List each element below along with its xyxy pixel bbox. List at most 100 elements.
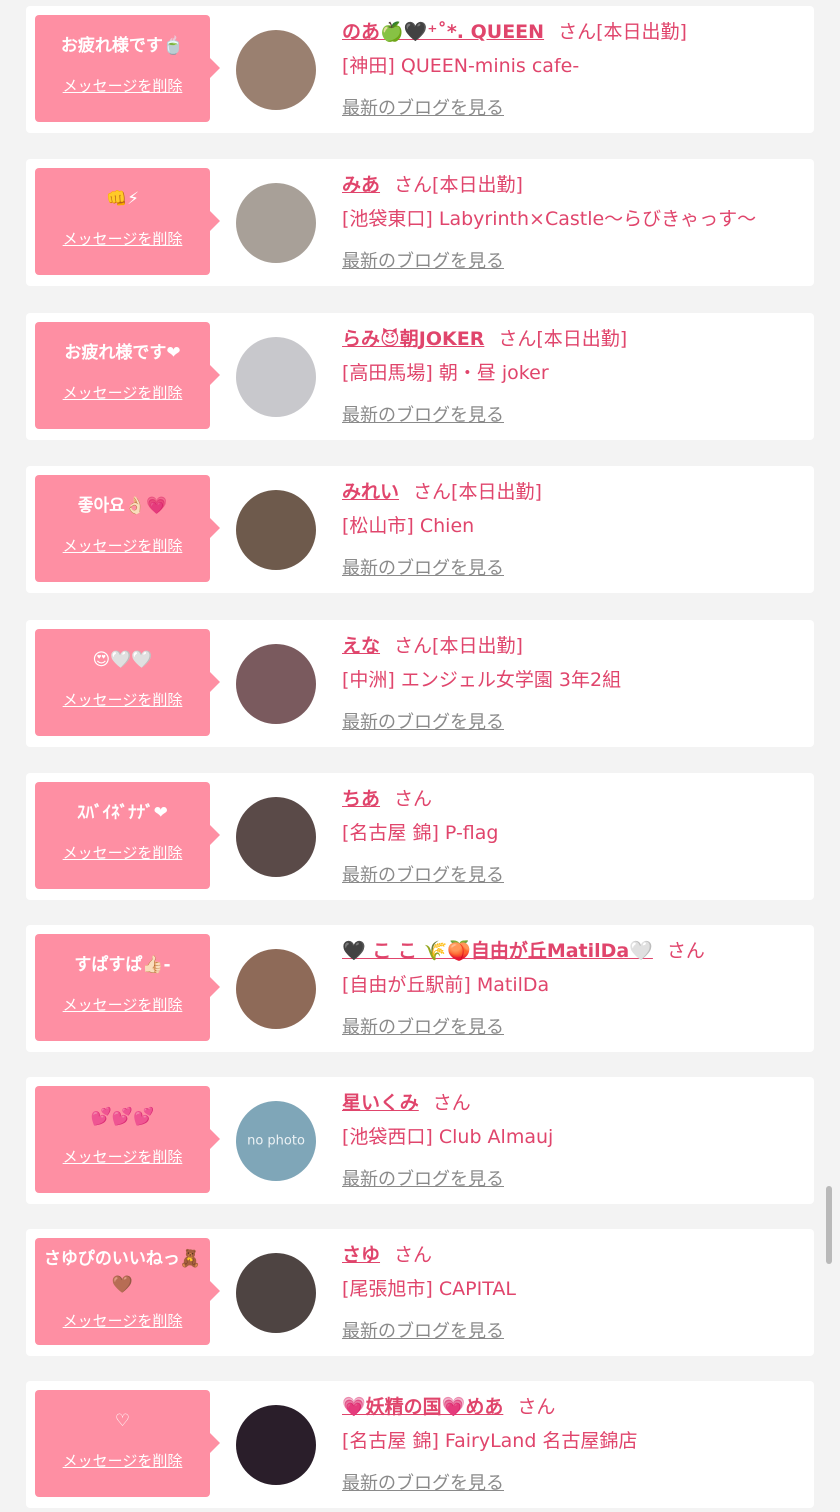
sender-name-link[interactable]: 星いくみ: [342, 1092, 419, 1114]
sender-name-link[interactable]: らみ😈朝JOKER: [342, 328, 484, 350]
latest-blog-link[interactable]: 最新のブログを見る: [342, 1165, 504, 1191]
sender-name-link[interactable]: みあ: [342, 174, 380, 196]
latest-blog-link[interactable]: 最新のブログを見る: [342, 1317, 504, 1343]
latest-blog-link[interactable]: 最新のブログを見る: [342, 1013, 504, 1039]
sender-name-link[interactable]: えな: [342, 635, 380, 657]
sender-info: ちあ さん [名古屋 錦] P-flag 最新のブログを見る: [342, 785, 802, 887]
message-text: お疲れ様です❤: [64, 343, 181, 363]
delete-message-link[interactable]: メッセージを削除: [35, 535, 210, 556]
avatar[interactable]: [236, 490, 316, 570]
message-bubble: 💕💕💕 メッセージを削除: [35, 1086, 220, 1193]
no-photo-placeholder: no photo: [247, 1133, 305, 1149]
shop-name: [自由が丘駅前] MatilDa: [342, 974, 550, 996]
name-line: えな さん[本日出勤]: [342, 632, 802, 660]
shop-name: [尾張旭市] CAPITAL: [342, 1278, 516, 1300]
latest-blog-link[interactable]: 最新のブログを見る: [342, 1469, 504, 1495]
message-bubble: 😍🤍🤍 メッセージを削除: [35, 629, 220, 736]
status-text: [本日出勤]: [596, 21, 687, 43]
message-card: お疲れ様です❤ メッセージを削除 らみ😈朝JOKER さん[本日出勤] [高田馬場…: [26, 313, 814, 440]
message-text: 😍🤍🤍: [92, 650, 153, 670]
sender-info: さゆ さん [尾張旭市] CAPITAL 最新のブログを見る: [342, 1241, 802, 1343]
name-line: 💗妖精の国💗めあ さん: [342, 1393, 802, 1421]
delete-message-link[interactable]: メッセージを削除: [35, 689, 210, 710]
message-card: さゆぴのいいねっ🧸🤎 メッセージを削除 さゆ さん [尾張旭市] CAPITAL …: [26, 1229, 814, 1356]
name-line: 🖤 こ こ 🌾🍑自由が丘MatilDa🤍 さん: [342, 937, 802, 965]
sender-name-link[interactable]: さゆ: [342, 1244, 380, 1266]
status-text: [本日出勤]: [451, 481, 542, 503]
name-line: ちあ さん: [342, 785, 802, 813]
sender-name-link[interactable]: 🖤 こ こ 🌾🍑自由が丘MatilDa🤍: [342, 940, 653, 962]
shop-name: [神田] QUEEN-minis cafe-: [342, 55, 580, 77]
message-bubble: ♡ メッセージを削除: [35, 1390, 220, 1497]
message-bubble: 👊⚡ メッセージを削除: [35, 168, 220, 275]
message-card: ｽﾊﾞｲﾈﾞﾅﾅﾞ❤ メッセージを削除 ちあ さん [名古屋 錦] P-flag …: [26, 773, 814, 900]
sender-info: みれい さん[本日出勤] [松山市] Chien 最新のブログを見る: [342, 478, 802, 580]
message-card: すぱすぱ👍🏻- メッセージを削除 🖤 こ こ 🌾🍑自由が丘MatilDa🤍 さん …: [26, 925, 814, 1052]
honorific: さん: [394, 635, 433, 657]
honorific: さん: [498, 328, 537, 350]
message-card: ♡ メッセージを削除 💗妖精の国💗めあ さん [名古屋 錦] FairyLand …: [26, 1381, 814, 1508]
sender-info: らみ😈朝JOKER さん[本日出勤] [高田馬場] 朝・昼 joker 最新のブロ…: [342, 325, 802, 427]
scrollbar-thumb[interactable]: [826, 1186, 832, 1264]
shop-name: [松山市] Chien: [342, 515, 475, 537]
sender-info: みあ さん[本日出勤] [池袋東口] Labyrinth×Castle〜らびきゃっ…: [342, 171, 802, 273]
message-card: 좋아요👌🏻💗 メッセージを削除 みれい さん[本日出勤] [松山市] Chien …: [26, 466, 814, 593]
name-line: みあ さん[本日出勤]: [342, 171, 802, 199]
message-text: 👊⚡: [105, 189, 140, 209]
avatar[interactable]: [236, 797, 316, 877]
honorific: さん: [394, 1244, 433, 1266]
message-card: 💕💕💕 メッセージを削除 no photo 星いくみ さん [池袋西口] Club…: [26, 1077, 814, 1204]
message-bubble: お疲れ様です❤ メッセージを削除: [35, 322, 220, 429]
shop-name: [名古屋 錦] FairyLand 名古屋錦店: [342, 1430, 638, 1452]
name-line: のあ🍏🖤⁺˚*. QUEEN さん[本日出勤]: [342, 18, 802, 46]
avatar[interactable]: [236, 337, 316, 417]
delete-message-link[interactable]: メッセージを削除: [35, 1450, 210, 1471]
honorific: さん: [413, 481, 452, 503]
honorific: さん: [432, 1092, 471, 1114]
avatar[interactable]: [236, 644, 316, 724]
message-bubble: すぱすぱ👍🏻- メッセージを削除: [35, 934, 220, 1041]
message-bubble: 좋아요👌🏻💗 メッセージを削除: [35, 475, 220, 582]
delete-message-link[interactable]: メッセージを削除: [35, 382, 210, 403]
message-bubble: お疲れ様です🍵 メッセージを削除: [35, 15, 220, 122]
message-list: お疲れ様です🍵 メッセージを削除 のあ🍏🖤⁺˚*. QUEEN さん[本日出勤] …: [0, 0, 840, 1512]
honorific: さん: [394, 174, 433, 196]
delete-message-link[interactable]: メッセージを削除: [35, 842, 210, 863]
latest-blog-link[interactable]: 最新のブログを見る: [342, 247, 504, 273]
status-text: [本日出勤]: [432, 635, 523, 657]
delete-message-link[interactable]: メッセージを削除: [35, 228, 210, 249]
latest-blog-link[interactable]: 最新のブログを見る: [342, 94, 504, 120]
sender-info: のあ🍏🖤⁺˚*. QUEEN さん[本日出勤] [神田] QUEEN-minis …: [342, 18, 802, 120]
shop-name: [名古屋 錦] P-flag: [342, 822, 499, 844]
message-bubble: さゆぴのいいねっ🧸🤎 メッセージを削除: [35, 1238, 220, 1345]
sender-info: 💗妖精の国💗めあ さん [名古屋 錦] FairyLand 名古屋錦店 最新のブロ…: [342, 1393, 802, 1495]
latest-blog-link[interactable]: 最新のブログを見る: [342, 401, 504, 427]
sender-name-link[interactable]: みれい: [342, 481, 399, 503]
message-text: ♡: [114, 1411, 131, 1431]
name-line: みれい さん[本日出勤]: [342, 478, 802, 506]
sender-name-link[interactable]: のあ🍏🖤⁺˚*. QUEEN: [342, 21, 544, 43]
latest-blog-link[interactable]: 最新のブログを見る: [342, 554, 504, 580]
honorific: さん: [558, 21, 597, 43]
sender-info: 🖤 こ こ 🌾🍑自由が丘MatilDa🤍 さん [自由が丘駅前] MatilDa …: [342, 937, 802, 1039]
delete-message-link[interactable]: メッセージを削除: [35, 1310, 210, 1331]
honorific: さん: [517, 1396, 556, 1418]
honorific: さん: [666, 940, 705, 962]
latest-blog-link[interactable]: 最新のブログを見る: [342, 708, 504, 734]
delete-message-link[interactable]: メッセージを削除: [35, 75, 210, 96]
delete-message-link[interactable]: メッセージを削除: [35, 1146, 210, 1167]
shop-name: [池袋西口] Club Almauj: [342, 1126, 554, 1148]
delete-message-link[interactable]: メッセージを削除: [35, 994, 210, 1015]
message-text: 좋아요👌🏻💗: [77, 496, 168, 516]
avatar[interactable]: [236, 1253, 316, 1333]
avatar[interactable]: [236, 183, 316, 263]
avatar[interactable]: no photo: [236, 1101, 316, 1181]
latest-blog-link[interactable]: 最新のブログを見る: [342, 861, 504, 887]
avatar[interactable]: [236, 1405, 316, 1485]
avatar[interactable]: [236, 949, 316, 1029]
avatar[interactable]: [236, 30, 316, 110]
message-text: 💕💕💕: [90, 1107, 155, 1127]
sender-name-link[interactable]: 💗妖精の国💗めあ: [342, 1396, 503, 1418]
sender-name-link[interactable]: ちあ: [342, 788, 380, 810]
message-text: さゆぴのいいねっ🧸🤎: [43, 1249, 202, 1295]
